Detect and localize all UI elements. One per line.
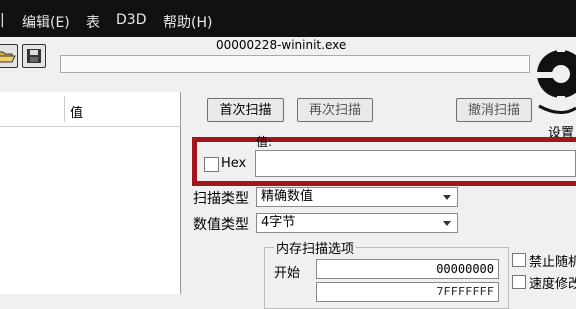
results-list[interactable]: 值: [0, 92, 181, 294]
disable-random-label: 禁止随机: [529, 255, 576, 270]
speed-modify-label: 速度修改: [529, 277, 576, 292]
hex-label: Hex: [221, 156, 247, 171]
highlight-box: [192, 137, 576, 186]
save-button[interactable]: [22, 44, 46, 68]
menu-item-edit[interactable]: 编辑(E): [22, 12, 70, 32]
process-title: 00000228-wininit.exe: [216, 38, 347, 52]
menu-item-partial[interactable]: |: [0, 12, 8, 28]
scan-type-label: 扫描类型: [193, 191, 249, 207]
stop-address-input[interactable]: 7FFFFFFF: [316, 282, 499, 302]
start-address-input[interactable]: 00000000: [316, 259, 499, 279]
results-list-header: 值: [0, 92, 180, 127]
cheat-engine-logo-icon: [533, 46, 576, 114]
first-scan-button[interactable]: 首次扫描: [207, 98, 284, 122]
undo-scan-button[interactable]: 撤消扫描: [456, 98, 532, 122]
value-type-select[interactable]: 4字节: [256, 213, 458, 233]
scan-type-value: 精确数值: [261, 189, 314, 204]
next-scan-button[interactable]: 再次扫描: [297, 98, 373, 122]
scan-progress-bar: [60, 55, 530, 73]
menu-item-help[interactable]: 帮助(H): [163, 12, 212, 32]
value-label: 值:: [256, 135, 273, 149]
value-type-label: 数值类型: [193, 217, 249, 233]
scan-type-select[interactable]: 精确数值: [256, 187, 458, 207]
column-header-value[interactable]: 值: [70, 102, 83, 121]
value-type-value: 4字节: [261, 215, 296, 230]
cheat-engine-logo[interactable]: [533, 44, 576, 116]
disable-random-checkbox[interactable]: [512, 253, 526, 267]
speed-modify-checkbox[interactable]: [512, 275, 526, 289]
chevron-down-icon: [443, 221, 451, 226]
menu-item-table[interactable]: 表: [86, 12, 100, 32]
hex-checkbox[interactable]: [204, 157, 219, 172]
open-process-button[interactable]: [0, 44, 18, 68]
menu-bar: | 编辑(E) 表 D3D 帮助(H): [0, 0, 576, 37]
folder-open-icon: [0, 51, 16, 63]
menu-item-d3d[interactable]: D3D: [116, 12, 146, 28]
memory-scan-options-title: 内存扫描选项: [274, 238, 357, 257]
floppy-disk-icon: [27, 49, 41, 63]
chevron-down-icon: [443, 195, 451, 200]
column-separator[interactable]: [64, 96, 65, 122]
start-address-label: 开始: [274, 266, 301, 281]
